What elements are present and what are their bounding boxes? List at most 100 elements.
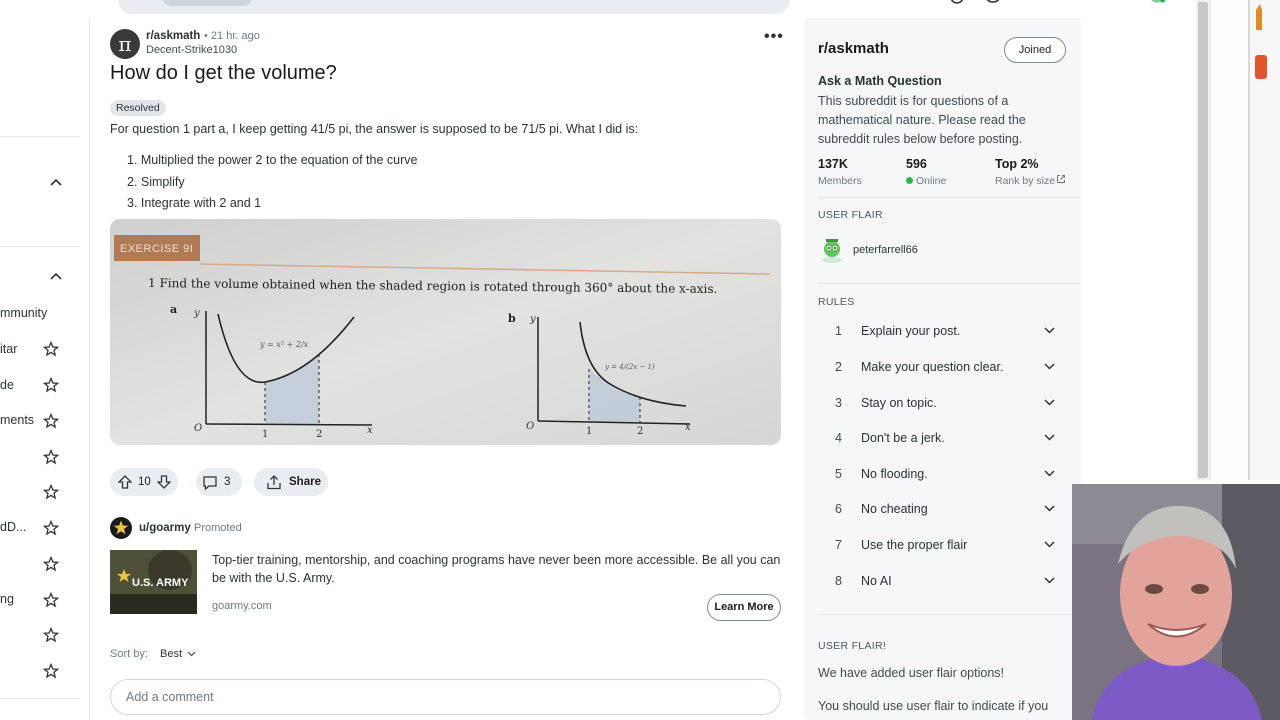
more-options-button[interactable]: •••	[764, 29, 784, 48]
star-icon[interactable]	[43, 341, 59, 357]
share-label: Share	[289, 476, 321, 488]
sort-dropdown[interactable]: Best	[160, 648, 196, 660]
chevron-down-icon[interactable]	[1044, 327, 1055, 334]
rank-value: Top 2%	[995, 157, 1039, 171]
chevron-down-icon	[187, 651, 196, 657]
star-icon[interactable]	[43, 413, 59, 429]
rule-item[interactable]: Stay on topic.	[861, 396, 937, 410]
user-avatar[interactable]	[1148, 0, 1166, 8]
tick-label-2: 2	[637, 426, 643, 437]
search-bar[interactable]: Search in r/askmath	[118, 0, 790, 14]
ad-domain[interactable]: goarmy.com	[212, 600, 272, 612]
chevron-down-icon[interactable]	[1044, 470, 1055, 477]
chat-icon[interactable]	[984, 0, 1002, 8]
sidebar-item-dd[interactable]: dD...	[0, 520, 26, 534]
vote-count: 10	[138, 476, 151, 488]
axis-y-label: y	[193, 308, 200, 319]
post-image[interactable]: EXERCISE 9I 1 Find the volume obtained w…	[110, 219, 781, 445]
scrollbar-thumb[interactable]	[1198, 2, 1208, 478]
chevron-down-icon[interactable]	[1044, 434, 1055, 441]
rules-heading: RULES	[818, 296, 855, 308]
sidebar-item-guitar[interactable]: itar	[0, 342, 17, 356]
comments-button[interactable]: 3	[196, 468, 242, 496]
external-link-icon[interactable]	[1056, 174, 1066, 184]
sidebar-divider	[818, 283, 1080, 284]
joined-button[interactable]: Joined	[1004, 37, 1066, 63]
vote-bar: 10	[110, 468, 178, 496]
post-title: How do I get the volume?	[110, 62, 337, 84]
chevron-down-icon[interactable]	[1044, 363, 1055, 370]
user-flair-heading: USER FLAIR	[818, 209, 883, 221]
post-author[interactable]: Decent-Strike1030	[146, 44, 237, 56]
search-input[interactable]: Search in r/askmath	[273, 0, 380, 3]
sidebar-item-community[interactable]: mmunity	[0, 306, 47, 320]
ad-thumbnail[interactable]: U.S. ARMY	[110, 550, 197, 614]
curve-b-label: y = 4/(2x − 1)	[604, 363, 655, 371]
curve-a-label: y = x² + 2/x	[259, 340, 309, 349]
subreddit-name[interactable]: r/askmath	[146, 30, 200, 42]
rule-item[interactable]: Make your question clear.	[861, 360, 1003, 374]
app-icons	[1255, 4, 1267, 79]
sidebar-item-ng[interactable]: ng	[0, 592, 14, 606]
sidebar-item-ments[interactable]: ments	[0, 413, 34, 427]
rank-label[interactable]: Rank by size	[995, 175, 1055, 187]
sidebar-divider	[0, 246, 80, 247]
star-icon[interactable]	[43, 484, 59, 500]
post-flair[interactable]: Resolved	[110, 100, 166, 116]
rule-item[interactable]: No AI	[861, 574, 892, 588]
star-icon[interactable]	[43, 449, 59, 465]
rule-number: 5	[835, 467, 842, 481]
star-icon[interactable]	[43, 377, 59, 393]
rule-item[interactable]: No flooding.	[861, 467, 928, 481]
learn-more-button[interactable]: Learn More	[707, 594, 781, 621]
share-button[interactable]: Share	[254, 468, 328, 496]
background-window	[1210, 0, 1248, 480]
rule-item[interactable]: No cheating	[861, 502, 928, 516]
community-title: r/askmath	[818, 40, 889, 57]
rule-item[interactable]: Don't be a jerk.	[861, 431, 945, 445]
subreddit-avatar[interactable]: π	[110, 29, 140, 59]
comment-input[interactable]: Add a comment	[110, 679, 781, 715]
sidebar-divider	[818, 197, 1080, 198]
chevron-up-icon[interactable]	[50, 272, 62, 280]
ad-text[interactable]: Top-tier training, mentorship, and coach…	[212, 551, 782, 587]
star-icon[interactable]	[43, 592, 59, 608]
flair-notice-heading: USER FLAIR!	[818, 640, 887, 652]
sidebar-divider	[818, 614, 1080, 615]
sidebar-item-de[interactable]: de	[0, 378, 14, 392]
tick-label-2: 2	[316, 429, 322, 440]
star-icon[interactable]	[43, 663, 59, 679]
rule-number: 3	[835, 396, 842, 410]
search-scope-chip[interactable]	[162, 0, 252, 6]
part-a-label: a	[170, 303, 177, 316]
notifications-icon[interactable]	[1104, 0, 1122, 8]
list-item: 2. Simplify	[127, 175, 185, 189]
chevron-down-icon[interactable]	[1044, 505, 1055, 512]
star-icon[interactable]	[43, 520, 59, 536]
rule-number: 1	[835, 324, 842, 338]
upvote-icon[interactable]	[118, 475, 132, 489]
star-icon[interactable]	[43, 627, 59, 643]
list-item: 1. Multiplied the power 2 to the equatio…	[127, 153, 418, 167]
us-army-ad-image: U.S. ARMY	[110, 550, 197, 614]
chevron-down-icon[interactable]	[1044, 577, 1055, 584]
star-logo-icon	[113, 520, 129, 535]
chevron-up-icon[interactable]	[50, 178, 62, 186]
chevron-down-icon[interactable]	[1044, 399, 1055, 406]
members-label: Members	[818, 175, 862, 187]
axis-x-label: x	[685, 422, 691, 433]
ad-user[interactable]: u/goarmy	[139, 522, 191, 534]
rule-item[interactable]: Explain your post.	[861, 324, 960, 338]
star-icon[interactable]	[43, 556, 59, 572]
downvote-icon[interactable]	[156, 475, 171, 489]
exercise-label: EXERCISE 9I	[120, 243, 193, 255]
sort-value: Best	[160, 648, 183, 660]
ad-avatar[interactable]	[110, 517, 132, 539]
sort-label: Sort by:	[110, 648, 148, 660]
textbook-figure: EXERCISE 9I 1 Find the volume obtained w…	[110, 219, 781, 445]
rule-number: 6	[835, 502, 842, 516]
chevron-down-icon[interactable]	[1044, 541, 1055, 548]
advertise-icon[interactable]	[948, 0, 966, 8]
rule-item[interactable]: Use the proper flair	[861, 538, 967, 552]
create-icon[interactable]	[1022, 0, 1040, 8]
